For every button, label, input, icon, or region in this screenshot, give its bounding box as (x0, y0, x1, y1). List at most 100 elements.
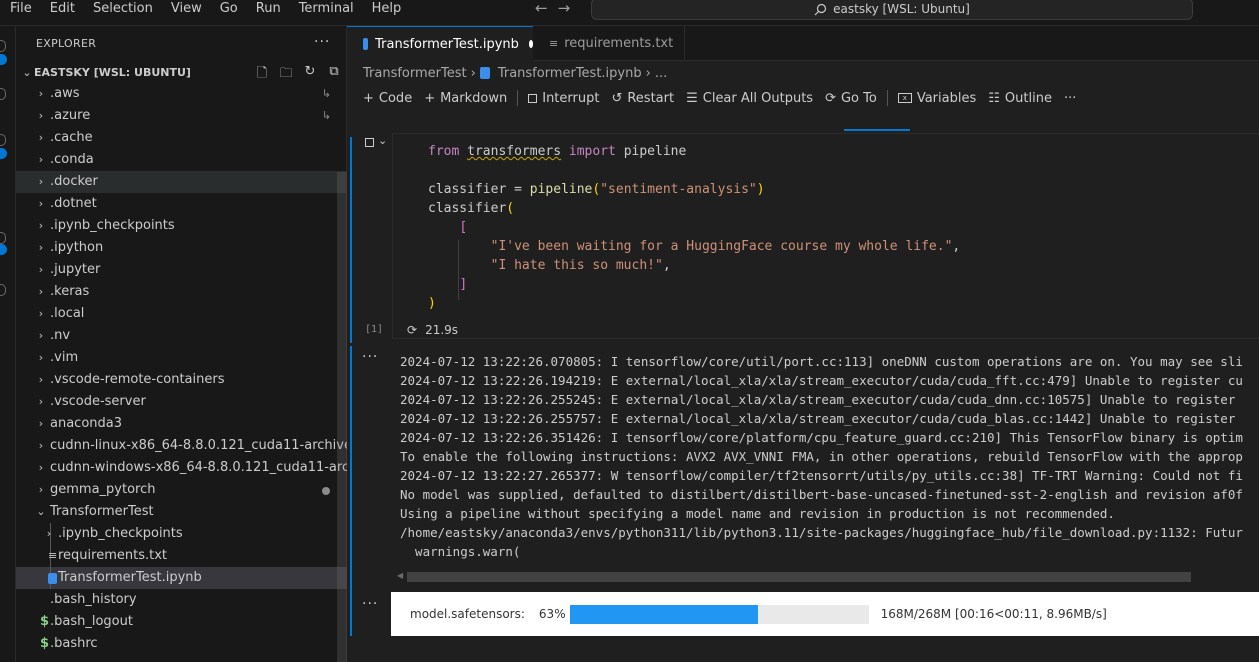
scm-badge (0, 148, 7, 159)
tree-item[interactable]: › .ipynb_checkpoints (16, 523, 347, 545)
tree-item[interactable]: ≡ requirements.txt (16, 545, 347, 567)
back-arrow-icon[interactable]: ← (535, 0, 548, 18)
tree-item[interactable]: › .vscode-remote-containers (16, 369, 347, 391)
menu-terminal[interactable]: Terminal (289, 0, 362, 20)
code-cell-editor[interactable]: from transformers import pipeline classi… (392, 133, 1259, 339)
tree-item[interactable]: › .ipython (16, 237, 347, 259)
scroll-left-icon[interactable]: ◀ (397, 571, 403, 580)
outline-button[interactable]: ☷ Outline (982, 86, 1058, 110)
menu-edit[interactable]: Edit (40, 0, 83, 20)
tree-item[interactable]: ⌄ TransformerTest (16, 501, 347, 523)
sidebar-scrollbar[interactable] (337, 172, 347, 662)
breadcrumb-more[interactable]: ... (655, 66, 667, 81)
code-content[interactable]: from transformers import pipeline classi… (428, 142, 960, 313)
tree-item[interactable]: › gemma_pytorch (16, 479, 347, 501)
sidebar-title: EXPLORER (36, 37, 97, 50)
clear-outputs-button[interactable]: ☰ Clear All Outputs (680, 86, 819, 110)
cell-chevron-down-icon[interactable]: ⌄ (378, 134, 387, 147)
menu-help[interactable]: Help (362, 0, 410, 20)
activity-bar (0, 26, 16, 662)
add-markdown-label: Markdown (440, 90, 508, 106)
scm-activity-icon[interactable] (0, 134, 6, 146)
tree-item[interactable]: $ .bash_logout (16, 611, 347, 633)
goto-button[interactable]: ⟳ Go To (819, 86, 883, 110)
menu-view[interactable]: View (161, 0, 210, 20)
code-token: pipeline (529, 182, 593, 197)
code-token: from (428, 144, 460, 159)
add-code-button[interactable]: + Code (357, 86, 418, 110)
tab-requirements-txt[interactable]: ≡ requirements.txt (533, 26, 685, 61)
chevron-right-icon: › (38, 87, 44, 100)
breadcrumb-folder[interactable]: TransformerTest (363, 66, 467, 81)
menu-selection[interactable]: Selection (83, 0, 161, 20)
add-markdown-button[interactable]: + Markdown (418, 86, 513, 110)
tree-item-label: TransformerTest (50, 504, 154, 519)
shell-file-icon: $ (40, 636, 50, 651)
command-center-search[interactable]: eastsky [WSL: Ubuntu] (591, 0, 1193, 20)
goto-label: Go To (840, 90, 877, 106)
tree-item[interactable]: › .local (16, 303, 347, 325)
explorer-activity-icon[interactable] (0, 40, 6, 52)
code-token: pipeline (623, 144, 687, 159)
indent-guide (458, 240, 459, 300)
tree-item[interactable]: › .ipynb_checkpoints (16, 215, 347, 237)
tree-item[interactable]: $ .bashrc (16, 633, 347, 655)
notebook-toolbar: + Code + Markdown Interrupt ↺ Restart ☰ Clea… (357, 86, 1082, 110)
tree-item[interactable]: › cudnn-linux-x86_64-8.8.0.121_cuda11-arc… (16, 435, 352, 457)
tree-item[interactable]: › .conda (16, 149, 347, 171)
tree-item[interactable]: › .keras (16, 281, 347, 303)
search-activity-icon[interactable] (0, 88, 6, 100)
tree-item[interactable]: › .vscode-server (16, 391, 347, 413)
root-label: EASTSKY [WSL: UBUNTU] (34, 65, 191, 79)
tree-item[interactable]: › .aws ↳ (16, 83, 347, 105)
breadcrumb-file[interactable]: TransformerTest.ipynb (498, 66, 642, 81)
restart-button[interactable]: ↺ Restart (605, 86, 680, 110)
tree-item-label: .local (50, 306, 85, 321)
more-actions-icon[interactable]: ··· (314, 34, 330, 50)
menu-go[interactable]: Go (210, 0, 246, 20)
tree-item[interactable]: › .azure ↳ (16, 105, 347, 127)
tree-item-label: cudnn-windows-x86_64-8.8.0.121_cuda11-ar… (50, 460, 377, 475)
execution-count: [1] (365, 324, 384, 335)
menu-file[interactable]: File (0, 0, 40, 20)
output-line: /home/eastsky/anaconda3/envs/python311/l… (400, 525, 1243, 540)
remote-activity-icon[interactable] (0, 284, 6, 296)
output-more-icon[interactable]: ··· (362, 349, 378, 365)
output-line: Using a pipeline without specifying a mo… (400, 506, 1115, 521)
tree-item-label: cudnn-linux-x86_64-8.8.0.121_cuda11-arch… (50, 438, 352, 453)
progress-output-more-icon[interactable]: ··· (362, 596, 378, 612)
chevron-right-icon: › (38, 439, 44, 452)
extensions-activity-icon[interactable] (0, 232, 6, 244)
output-line: 2024-07-12 13:22:26.255245: E external/l… (400, 392, 1236, 407)
tree-item-label: .keras (50, 284, 90, 299)
cell-run-icon[interactable] (365, 138, 374, 147)
tree-item[interactable]: › .dotnet (16, 193, 347, 215)
tree-item[interactable]: › .nv (16, 325, 347, 347)
tree-item[interactable]: › .docker (16, 171, 347, 193)
tree-item-label: TransformerTest.ipynb (58, 570, 202, 585)
menu-run[interactable]: Run (246, 0, 289, 20)
toolbar-more-icon[interactable]: ··· (1058, 86, 1082, 110)
nav-arrows: ← → (535, 0, 570, 18)
tree-item[interactable]: › cudnn-windows-x86_64-8.8.0.121_cuda11-a… (16, 457, 377, 479)
tree-item[interactable]: › .jupyter (16, 259, 347, 281)
chevron-right-icon: › (470, 65, 476, 81)
tree-item[interactable]: .bash_history (16, 589, 347, 611)
forward-arrow-icon[interactable]: → (558, 0, 571, 18)
output-horizontal-scrollbar[interactable] (407, 572, 1191, 582)
tree-item[interactable]: › .cache (16, 127, 347, 149)
tree-item[interactable]: › anaconda3 (16, 413, 347, 435)
tree-item[interactable]: TransformerTest.ipynb (16, 567, 347, 589)
tree-item-label: requirements.txt (58, 548, 168, 563)
tree-item-label: .azure (50, 108, 91, 123)
explorer-root[interactable]: ⌄ EASTSKY [WSL: UBUNTU] 🗋 🗀 ↻ ⧉ (16, 61, 347, 83)
interrupt-button[interactable]: Interrupt (522, 86, 605, 110)
variables-button[interactable]: x Variables (892, 86, 982, 110)
tab-transformertest-ipynb[interactable]: TransformerTest.ipynb (347, 26, 533, 61)
code-token: "I hate this so much!" (490, 258, 663, 273)
output-line: 2024-07-12 13:22:26.255757: E external/l… (400, 411, 1236, 426)
cell-output[interactable]: 2024-07-12 13:22:26.070805: I tensorflow… (400, 352, 1259, 577)
chevron-right-icon: › (38, 351, 44, 364)
tree-item-label: .jupyter (50, 262, 101, 277)
tree-item[interactable]: › .vim (16, 347, 347, 369)
